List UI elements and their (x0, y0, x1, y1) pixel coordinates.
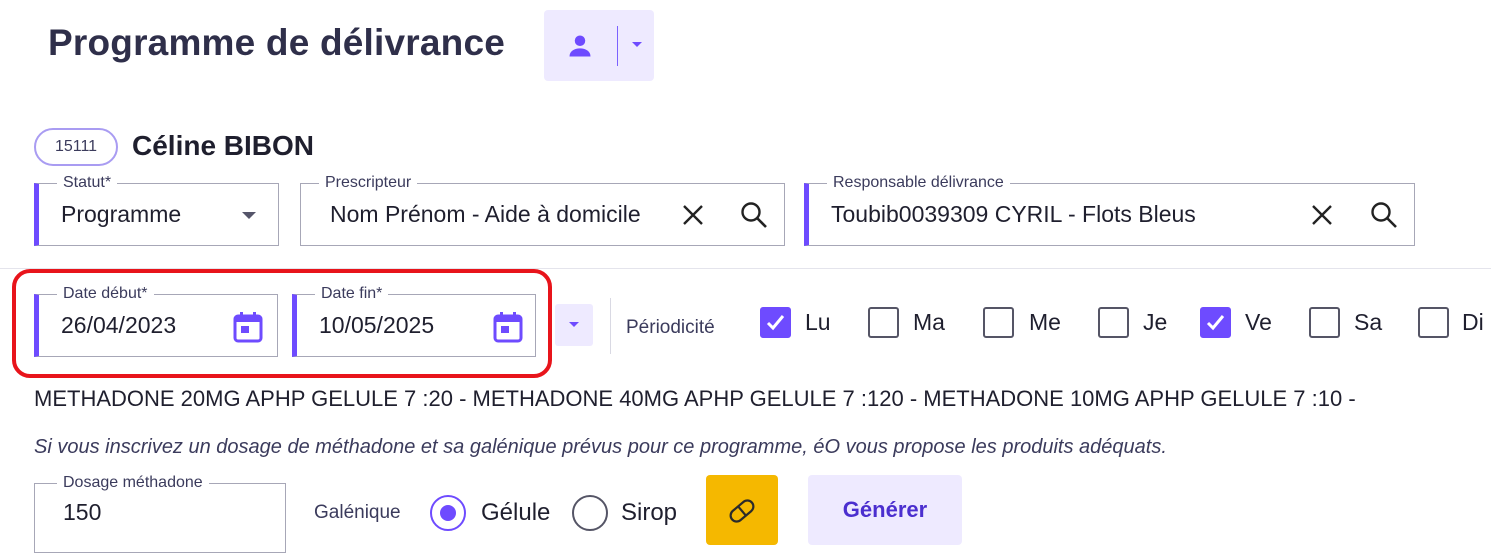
checkbox-samedi[interactable] (1309, 307, 1340, 338)
chevron-down-icon[interactable] (627, 34, 647, 54)
checkbox-mercredi-label: Me (1029, 309, 1061, 335)
responsable-field[interactable]: Responsable délivrance Toubib0039309 CYR… (804, 173, 1415, 246)
checkbox-mercredi[interactable] (983, 307, 1014, 338)
search-icon[interactable] (739, 200, 769, 230)
checkbox-vendredi-label: Ve (1245, 309, 1272, 335)
dosage-methadone-value[interactable]: 150 (63, 499, 101, 526)
radio-sirop[interactable] (572, 495, 608, 531)
date-range-highlight (12, 269, 552, 378)
prescripteur-value[interactable]: Nom Prénom - Aide à domicile (330, 201, 652, 228)
split-divider (617, 26, 618, 66)
checkbox-jeudi[interactable] (1098, 307, 1129, 338)
clear-icon[interactable] (1309, 202, 1335, 228)
checkbox-mardi-label: Ma (913, 309, 945, 335)
radio-sirop-label: Sirop (621, 499, 678, 526)
checkbox-mardi[interactable] (868, 307, 899, 338)
dosage-methadone-field[interactable]: Dosage méthadone 150 (34, 473, 286, 553)
responsable-value[interactable]: Toubib0039309 CYRIL - Flots Bleus (831, 201, 1301, 228)
prescripteur-label: Prescripteur (319, 173, 418, 193)
search-icon[interactable] (1369, 200, 1399, 230)
vertical-divider (610, 298, 611, 354)
checkmark-icon (1206, 315, 1225, 331)
date-range-dropdown-button[interactable] (555, 304, 593, 346)
statut-select[interactable]: Statut* Programme (34, 173, 279, 246)
medication-summary: METHADONE 20MG APHP GELULE 7 :20 - METHA… (34, 386, 1356, 411)
statut-label: Statut* (57, 173, 118, 193)
checkbox-jeudi-label: Je (1143, 309, 1168, 335)
periodicite-label: Périodicité (626, 317, 715, 338)
checkmark-icon (766, 315, 785, 331)
generate-button[interactable]: Générer (808, 475, 962, 545)
checkbox-lundi-label: Lu (805, 309, 831, 335)
checkbox-vendredi[interactable] (1200, 307, 1231, 338)
clear-icon[interactable] (680, 202, 706, 228)
chevron-down-icon (569, 322, 579, 327)
person-icon (569, 35, 591, 57)
prescripteur-field[interactable]: Prescripteur Nom Prénom - Aide à domicil… (300, 173, 785, 246)
dosage-hint: Si vous inscrivez un dosage de méthadone… (34, 436, 1167, 458)
checkbox-dimanche-label: Di (1462, 309, 1484, 335)
checkbox-lundi[interactable] (760, 307, 791, 338)
chevron-down-icon (242, 212, 256, 219)
dosage-methadone-label: Dosage méthadone (57, 473, 209, 493)
pill-icon (729, 499, 755, 523)
radio-gelule[interactable] (430, 495, 466, 531)
galenique-label: Galénique (314, 502, 401, 523)
patient-name: Céline BIBON (132, 130, 315, 161)
checkbox-samedi-label: Sa (1354, 309, 1383, 335)
checkbox-dimanche[interactable] (1418, 307, 1449, 338)
radio-gelule-label: Gélule (481, 499, 551, 526)
statut-value: Programme (61, 201, 182, 227)
user-menu-button[interactable] (544, 10, 654, 81)
responsable-label: Responsable délivrance (827, 173, 1010, 193)
patient-id-badge: 15111 (34, 128, 118, 166)
pill-products-button[interactable] (706, 475, 778, 545)
page-title: Programme de délivrance (48, 22, 506, 63)
